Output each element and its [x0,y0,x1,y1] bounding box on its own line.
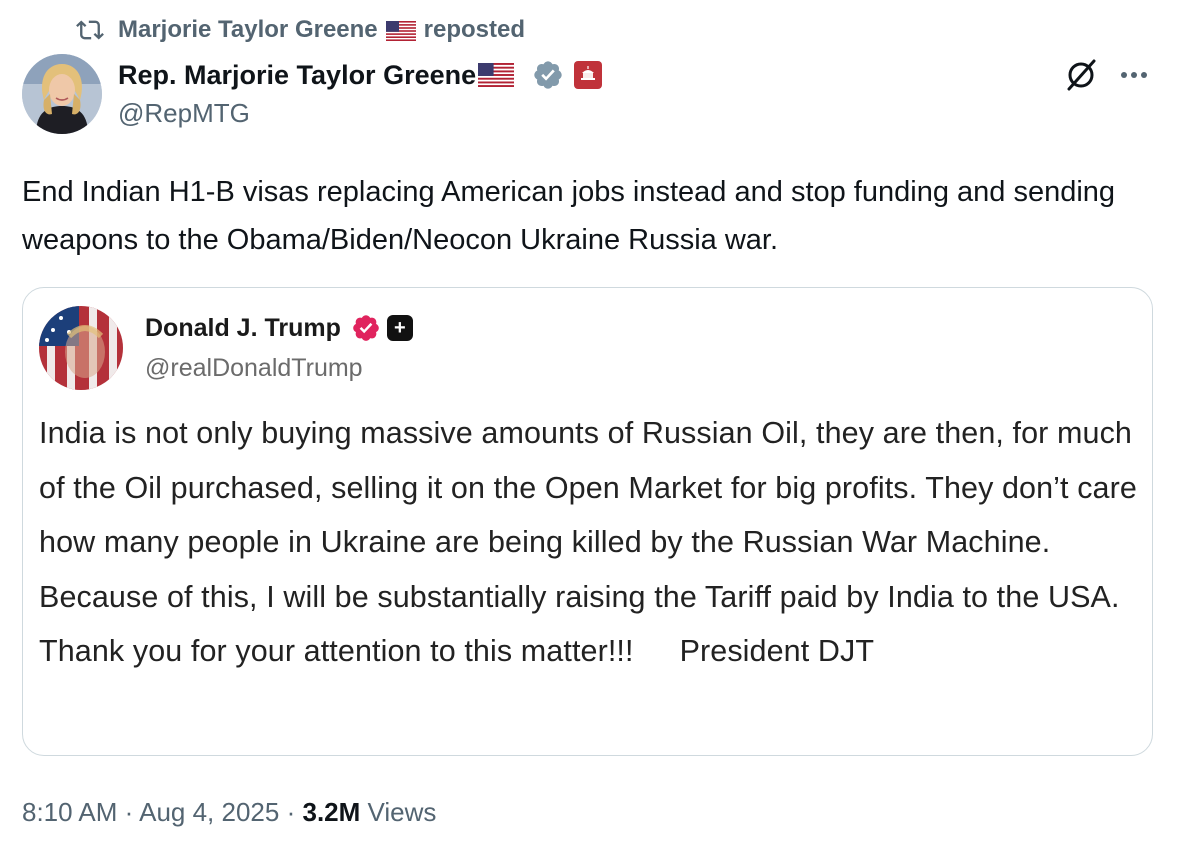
more-icon[interactable] [1116,60,1152,90]
post-meta: 8:10 AM · Aug 4, 2025 · 3.2M Views [22,794,436,830]
repost-user[interactable]: Marjorie Taylor Greene [118,16,378,44]
government-badge-icon[interactable] [574,61,603,89]
quoted-post-signature: President DJT [679,634,875,668]
author-avatar[interactable] [22,54,102,134]
author-name[interactable]: Rep. Marjorie Taylor Greene [118,60,476,91]
us-flag-icon [478,63,515,87]
quoted-author-name[interactable]: Donald J. Trump [145,314,341,343]
quoted-post-body: India is not only buying massive amounts… [39,416,1137,668]
quoted-post-card[interactable]: Donald J. Trump + @realDonaldTrump India… [22,287,1153,756]
repost-icon [76,16,104,44]
quoted-name-row[interactable]: Donald J. Trump + [145,310,413,346]
tweet-text: End Indian H1-B visas replacing American… [22,176,1116,256]
quoted-post-text: India is not only buying massive amounts… [39,406,1139,679]
meta-separator: · [286,797,296,827]
repost-indicator[interactable]: Marjorie Taylor Greene reposted [76,14,525,46]
grok-icon[interactable] [1064,58,1098,92]
follow-plus-icon[interactable]: + [386,315,413,341]
views-count[interactable]: 3.2M [302,797,360,827]
meta-separator: · [124,797,134,827]
quoted-author-avatar[interactable] [39,306,123,390]
post-date[interactable]: Aug 4, 2025 [139,797,279,827]
repost-label: reposted [423,16,526,43]
verified-badge-icon[interactable] [532,59,564,91]
views-label: Views [367,797,437,827]
post-time[interactable]: 8:10 AM [22,797,117,827]
author-name-row[interactable]: Rep. Marjorie Taylor Greene [118,56,603,94]
author-handle[interactable]: @RepMTG [118,98,250,129]
verified-badge-icon[interactable] [351,313,381,343]
quoted-author-handle[interactable]: @realDonaldTrump [145,354,363,383]
us-flag-icon [385,20,416,41]
